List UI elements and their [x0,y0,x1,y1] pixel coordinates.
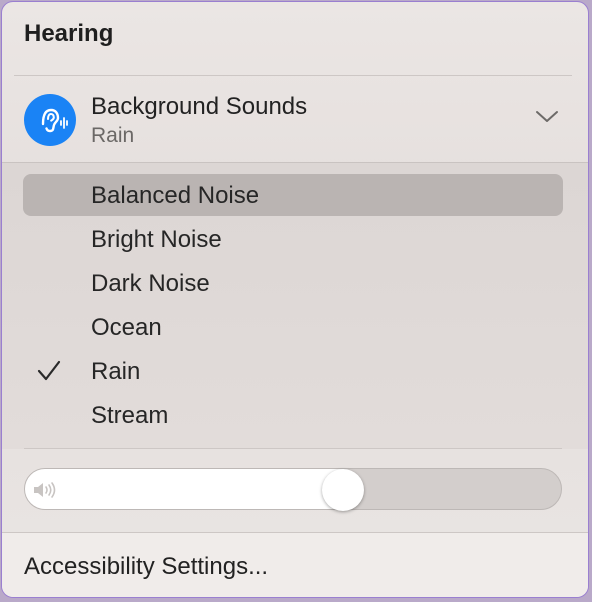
menu-item-label: Dark Noise [91,270,210,297]
sound-options-menu: Balanced Noise Bright Noise Dark Noise O… [2,163,588,449]
speaker-icon [32,481,62,499]
checkmark-icon [36,359,62,383]
footer: Accessibility Settings... [2,533,588,597]
background-sounds-current: Rain [91,124,135,147]
menu-item-label: Stream [91,402,169,429]
hearing-panel: Hearing Background Sounds Rain Balanced … [1,1,589,598]
menu-item-label: Bright Noise [91,226,222,253]
volume-slider-fill [25,469,344,509]
ear-sound-icon [24,94,76,146]
volume-slider[interactable] [24,468,562,510]
menu-item-dark-noise[interactable]: Dark Noise [23,262,563,304]
chevron-down-icon[interactable] [534,108,560,126]
menu-item-bright-noise[interactable]: Bright Noise [23,218,563,260]
volume-slider-thumb[interactable] [321,469,364,511]
accessibility-settings-link[interactable]: Accessibility Settings... [24,553,268,581]
background-sounds-row[interactable]: Background Sounds Rain [2,80,588,162]
menu-item-label: Rain [91,358,141,385]
menu-item-ocean[interactable]: Ocean [23,306,563,348]
menu-item-balanced-noise[interactable]: Balanced Noise [23,174,563,216]
menu-bottom-divider [24,448,562,449]
section-title: Hearing [24,20,114,47]
title-divider [14,75,572,76]
menu-item-stream[interactable]: Stream [23,394,563,436]
menu-item-label: Balanced Noise [91,182,260,209]
menu-item-rain[interactable]: Rain [23,350,563,392]
menu-item-label: Ocean [91,314,162,341]
background-sounds-title: Background Sounds [91,93,308,120]
